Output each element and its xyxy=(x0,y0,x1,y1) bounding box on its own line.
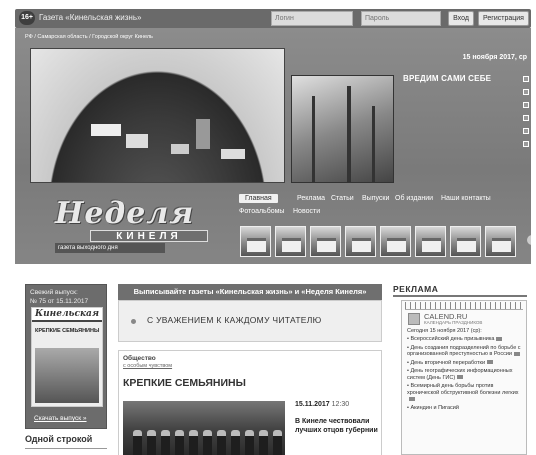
slider-dot[interactable] xyxy=(523,141,529,147)
site-logo[interactable]: Неделя КИНЕЛЯ газета выходного дня xyxy=(30,188,210,260)
nav-item-news[interactable]: Новости xyxy=(293,208,320,215)
logo-script-title: Неделя xyxy=(55,196,195,231)
nav-item-photoalbums[interactable]: Фотоальбомы xyxy=(239,208,284,215)
nav-item-ads[interactable]: Реклама xyxy=(297,195,325,202)
one-line-heading: Одной строкой xyxy=(25,434,93,444)
photo-thumbnail[interactable] xyxy=(345,226,376,257)
holiday-item-text: • Всемирный день борьбы против хроническ… xyxy=(407,383,519,396)
slider-dot[interactable] xyxy=(523,76,529,82)
flag-icon xyxy=(513,351,520,356)
holiday-item-text: • День создания подразделений по борьбе … xyxy=(407,344,521,358)
holiday-list: • Всероссийский день призывника • День с… xyxy=(407,336,525,413)
login-button[interactable]: Вход xyxy=(448,11,474,26)
cover-masthead: Кинельская xyxy=(32,308,102,322)
article-datetime: 15.11.2017 12:30 xyxy=(295,401,349,408)
holiday-calendar-widget: CALEND.RU КАЛЕНДАРЬ ПРАЗДНИКОВ Сегодня 1… xyxy=(401,300,527,455)
login-input[interactable] xyxy=(271,11,353,26)
holiday-item[interactable]: • Акиндин и Пигасий xyxy=(407,405,525,412)
fresh-issue-box: Свежий выпуск: № 75 от 15.11.2017 Кинель… xyxy=(25,284,107,429)
respect-slogan: С УВАЖЕНИЕМ К КАЖДОМУ ЧИТАТЕЛЮ xyxy=(147,315,322,325)
slider-dot[interactable] xyxy=(523,115,529,121)
fresh-issue-number: № 75 от 15.11.2017 xyxy=(30,298,89,305)
header: РФ / Самарская область / Городской округ… xyxy=(15,28,531,264)
photo-thumbnail[interactable] xyxy=(240,226,271,257)
article-category[interactable]: Общество xyxy=(123,355,156,362)
recycle-icon xyxy=(487,360,494,365)
age-rating-badge: 16+ xyxy=(19,11,35,25)
breadcrumb[interactable]: РФ / Самарская область / Городской округ… xyxy=(25,34,153,40)
globe-icon xyxy=(457,375,464,380)
cover-title: КРЕПКИЕ СЕМЬЯНИНЫ xyxy=(35,328,100,334)
holiday-item-text: • День вторичной переработки xyxy=(407,359,486,366)
slider-dots xyxy=(523,76,529,154)
main-content: Свежий выпуск: № 75 от 15.11.2017 Кинель… xyxy=(15,264,531,455)
holiday-item[interactable]: • Всемирный день борьбы против хроническ… xyxy=(407,383,525,403)
slider-dot[interactable] xyxy=(523,89,529,95)
holiday-item-text: • Акиндин и Пигасий xyxy=(407,404,459,411)
page: 16+ Газета «Кинельская жизнь» Вход Регис… xyxy=(0,0,536,455)
current-date: 15 ноября 2017, ср xyxy=(462,54,527,61)
site-name-link[interactable]: Газета «Кинельская жизнь» xyxy=(39,12,141,24)
holiday-item[interactable]: • День вторичной переработки xyxy=(407,360,525,367)
nav-item-home[interactable]: Главная xyxy=(239,194,278,203)
slider-dot[interactable] xyxy=(523,128,529,134)
headline-photo[interactable] xyxy=(291,75,394,183)
article-title[interactable]: КРЕПКИЕ СЕМЬЯНИНЫ xyxy=(123,377,246,389)
top-bar: 16+ Газета «Кинельская жизнь» Вход Регис… xyxy=(15,9,531,28)
nav-item-articles[interactable]: Статьи xyxy=(331,195,354,202)
headline-link[interactable]: ВРЕДИМ САМИ СЕБЕ xyxy=(403,74,491,83)
subscribe-banner[interactable]: Выписывайте газеты «Кинельская жизнь» и … xyxy=(118,284,382,300)
photo-thumbnail[interactable] xyxy=(485,226,516,257)
issue-cover-image[interactable]: Кинельская КРЕПКИЕ СЕМЬЯНИНЫ xyxy=(31,307,103,407)
bullet-icon xyxy=(131,319,136,324)
flag-icon xyxy=(496,336,503,341)
photo-thumbnail[interactable] xyxy=(415,226,446,257)
calendar-rings xyxy=(405,302,523,310)
calendar-logo-icon xyxy=(408,313,420,325)
ads-heading: РЕКЛАМА xyxy=(393,284,439,294)
nav-item-about[interactable]: Об издании xyxy=(395,195,433,202)
featured-article: Общество с особым чувством КРЕПКИЕ СЕМЬЯ… xyxy=(118,350,382,455)
respect-block: С УВАЖЕНИЕМ К КАЖДОМУ ЧИТАТЕЛЮ xyxy=(118,300,382,342)
thumbnail-next-arrow-icon[interactable]: › xyxy=(527,235,531,245)
city-aerial-photo xyxy=(30,48,285,183)
download-issue-link[interactable]: Скачать выпуск » xyxy=(34,415,87,422)
slider-dot[interactable] xyxy=(523,102,529,108)
article-date: 15.11.2017 xyxy=(295,401,330,408)
divider xyxy=(393,295,527,297)
photo-thumbnail[interactable] xyxy=(380,226,411,257)
holiday-item[interactable]: • Всероссийский день призывника xyxy=(407,336,525,343)
register-button[interactable]: Регистрация xyxy=(478,11,529,26)
article-photo[interactable] xyxy=(123,401,285,455)
photo-thumbnail[interactable] xyxy=(310,226,341,257)
password-input[interactable] xyxy=(361,11,441,26)
divider xyxy=(25,448,107,449)
nav-item-issues[interactable]: Выпуски xyxy=(362,195,389,202)
article-lead[interactable]: В Кинеле чествовали лучших отцов губерни… xyxy=(295,417,379,435)
holiday-item[interactable]: • День географических информационных сис… xyxy=(407,368,525,381)
article-tag[interactable]: с особым чувством xyxy=(123,363,172,369)
fresh-issue-label: Свежий выпуск: xyxy=(30,289,78,296)
photo-thumbnail[interactable] xyxy=(275,226,306,257)
photo-thumbnail[interactable] xyxy=(450,226,481,257)
nav-item-contacts[interactable]: Наши контакты xyxy=(441,195,491,202)
calendar-date: Сегодня 15 ноября 2017 (ср): xyxy=(407,328,482,334)
calendar-subtitle: КАЛЕНДАРЬ ПРАЗДНИКОВ xyxy=(424,320,483,325)
logo-tagline: газета выходного дня xyxy=(55,243,165,253)
article-time: 12:30 xyxy=(331,401,350,408)
holiday-item-text: • Всероссийский день призывника xyxy=(407,336,495,342)
logo-city-name: КИНЕЛЯ xyxy=(90,230,208,242)
holiday-item[interactable]: • День создания подразделений по борьбе … xyxy=(407,345,525,358)
lungs-icon xyxy=(409,396,415,401)
